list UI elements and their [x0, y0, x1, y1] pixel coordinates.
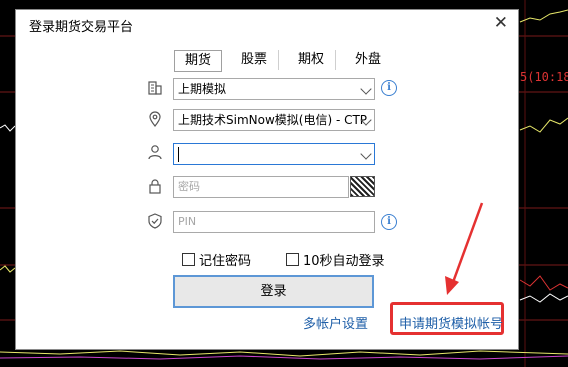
- auto-login-label: 10秒自动登录: [303, 254, 385, 269]
- login-dialog: 登录期货交易平台 ✕ 期货 股票 期权 外盘 上期模拟 i 上期技术SimNow…: [15, 9, 519, 350]
- checkbox-box[interactable]: [182, 253, 195, 266]
- building-icon: [148, 81, 162, 95]
- shield-icon: [148, 213, 162, 229]
- chevron-down-icon: [360, 148, 372, 160]
- captcha-image[interactable]: [350, 176, 375, 197]
- lock-icon: [149, 179, 161, 194]
- location-pin-icon: [149, 111, 161, 127]
- server-select-value: 上期技术SimNow模拟(电信) - CTP: [178, 113, 368, 127]
- tab-futures[interactable]: 期货: [174, 50, 222, 72]
- pin-placeholder: PIN: [178, 215, 197, 228]
- dialog-title: 登录期货交易平台: [29, 20, 134, 35]
- background-ticker-text: 5(10:18: [520, 70, 568, 84]
- tab-foreign[interactable]: 外盘: [344, 50, 392, 70]
- user-icon: [148, 145, 162, 160]
- broker-select[interactable]: 上期模拟: [173, 78, 375, 100]
- close-icon[interactable]: ✕: [494, 13, 508, 33]
- checkbox-box[interactable]: [286, 253, 299, 266]
- account-input[interactable]: [173, 143, 375, 165]
- multi-account-settings-link[interactable]: 多帐户设置: [303, 313, 368, 332]
- market-tabs: 期货 股票 期权 外盘: [174, 50, 400, 72]
- password-placeholder: 密码: [178, 180, 200, 193]
- server-select[interactable]: 上期技术SimNow模拟(电信) - CTP: [173, 109, 375, 131]
- password-input[interactable]: 密码: [173, 176, 349, 198]
- remember-password-checkbox[interactable]: 记住密码: [182, 250, 251, 269]
- pin-info-icon[interactable]: i: [381, 214, 397, 230]
- tab-options[interactable]: 期权: [287, 50, 336, 70]
- pin-input[interactable]: PIN: [173, 211, 375, 233]
- tab-stocks[interactable]: 股票: [230, 50, 279, 70]
- login-button[interactable]: 登录: [173, 275, 374, 308]
- apply-sim-account-link[interactable]: 申请期货模拟帐号: [399, 313, 503, 332]
- broker-info-icon[interactable]: i: [381, 80, 397, 96]
- remember-password-label: 记住密码: [199, 254, 252, 269]
- auto-login-checkbox[interactable]: 10秒自动登录: [286, 250, 385, 269]
- text-caret: [178, 147, 179, 162]
- broker-select-value: 上期模拟: [178, 82, 227, 96]
- chevron-down-icon: [360, 83, 372, 95]
